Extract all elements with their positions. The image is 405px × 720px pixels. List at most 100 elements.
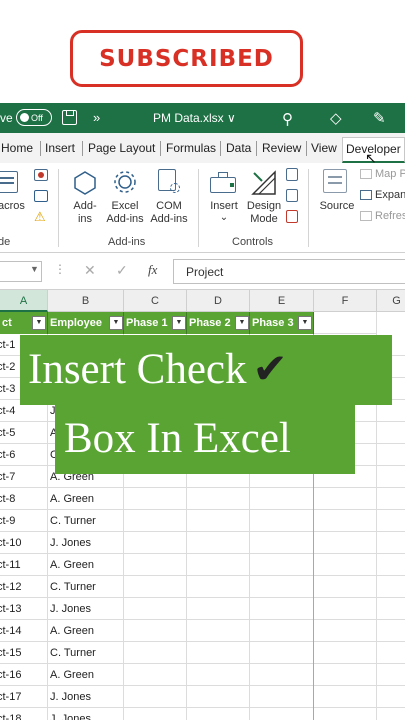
- tab-data[interactable]: Data: [226, 141, 251, 155]
- subscribed-badge[interactable]: SUBSCRIBED: [70, 30, 303, 87]
- formula-input[interactable]: Project: [173, 259, 405, 284]
- cell-project[interactable]: ct-7: [0, 466, 48, 488]
- cell-f[interactable]: [314, 576, 377, 598]
- column-header-g[interactable]: G: [377, 290, 405, 312]
- cell-phase-2[interactable]: [187, 664, 250, 686]
- cell-phase-2[interactable]: [187, 708, 250, 720]
- pen-icon[interactable]: ✎: [373, 109, 386, 127]
- confirm-formula-icon[interactable]: ✓: [116, 262, 128, 279]
- cell-f[interactable]: [314, 554, 377, 576]
- filter-dropdown-icon[interactable]: ▼: [235, 316, 249, 330]
- autosave-toggle[interactable]: Off: [16, 109, 52, 126]
- cell-phase-3[interactable]: [250, 620, 314, 642]
- excel-add-ins-gear-icon[interactable]: [112, 169, 138, 195]
- cell-phase-2[interactable]: [187, 642, 250, 664]
- macros-button[interactable]: acros: [0, 200, 25, 213]
- tab-page-layout[interactable]: Page Layout: [88, 141, 155, 155]
- com-add-ins-label-1[interactable]: COM: [148, 200, 190, 213]
- cell-project[interactable]: ct-10: [0, 532, 48, 554]
- cell-phase-2[interactable]: [187, 576, 250, 598]
- cell-phase-1[interactable]: [124, 532, 187, 554]
- expansion-packs-button[interactable]: Expan: [375, 189, 405, 202]
- refresh-data-icon[interactable]: [360, 211, 372, 221]
- cell-f[interactable]: [314, 664, 377, 686]
- map-properties-icon[interactable]: [360, 169, 372, 179]
- insert-controls-toolbox-icon[interactable]: [210, 171, 238, 197]
- cell-project[interactable]: ct-17: [0, 686, 48, 708]
- cell-project[interactable]: ct-5: [0, 422, 48, 444]
- more-commands-icon[interactable]: »: [93, 110, 100, 125]
- xml-source-icon[interactable]: [323, 169, 349, 195]
- cell-project[interactable]: ct-6: [0, 444, 48, 466]
- filter-dropdown-icon[interactable]: ▼: [109, 316, 123, 330]
- cell-project[interactable]: ct-8: [0, 488, 48, 510]
- column-header-b[interactable]: B: [48, 290, 124, 312]
- cell-phase-3[interactable]: [250, 510, 314, 532]
- cell-phase-1[interactable]: [124, 620, 187, 642]
- filter-dropdown-icon[interactable]: ▼: [32, 316, 46, 330]
- cell-phase-1[interactable]: [124, 488, 187, 510]
- cell-project[interactable]: ct-11: [0, 554, 48, 576]
- cell-phase-1[interactable]: [124, 598, 187, 620]
- file-name[interactable]: PM Data.xlsx ∨: [153, 111, 236, 125]
- column-header-a[interactable]: A: [0, 290, 48, 312]
- macros-icon[interactable]: [0, 171, 22, 195]
- cell-phase-3[interactable]: [250, 532, 314, 554]
- cell-f[interactable]: [314, 686, 377, 708]
- cell-employee[interactable]: J. Jones: [48, 708, 124, 720]
- cell-phase-1[interactable]: [124, 554, 187, 576]
- cell-f[interactable]: [314, 510, 377, 532]
- cell-project[interactable]: ct-18: [0, 708, 48, 720]
- com-add-ins-icon[interactable]: [158, 169, 182, 195]
- filter-dropdown-icon[interactable]: ▼: [298, 316, 312, 330]
- insert-function-icon[interactable]: fx: [148, 262, 157, 278]
- cell-f[interactable]: [314, 708, 377, 720]
- cell-f[interactable]: [314, 620, 377, 642]
- refresh-data-button[interactable]: Refres: [375, 210, 405, 223]
- tab-view[interactable]: View: [311, 141, 337, 155]
- cell-phase-1[interactable]: [124, 708, 187, 720]
- cell-project[interactable]: ct-12: [0, 576, 48, 598]
- cell-f[interactable]: [314, 598, 377, 620]
- cell-phase-3[interactable]: [250, 664, 314, 686]
- add-ins-button-label-1[interactable]: Add-: [70, 200, 100, 213]
- name-box-dropdown-icon[interactable]: ▼: [30, 264, 39, 274]
- cell-phase-2[interactable]: [187, 510, 250, 532]
- filter-dropdown-icon[interactable]: ▼: [172, 316, 186, 330]
- cell-employee[interactable]: J. Jones: [48, 532, 124, 554]
- cell-project[interactable]: ct-16: [0, 664, 48, 686]
- column-header-d[interactable]: D: [187, 290, 250, 312]
- cell-phase-1[interactable]: [124, 510, 187, 532]
- record-macro-icon[interactable]: [34, 169, 48, 181]
- cell-phase-2[interactable]: [187, 488, 250, 510]
- cell-phase-1[interactable]: [124, 642, 187, 664]
- cell-phase-3[interactable]: [250, 576, 314, 598]
- cell-phase-2[interactable]: [187, 686, 250, 708]
- cell-phase-1[interactable]: [124, 686, 187, 708]
- cell-employee[interactable]: J. Jones: [48, 598, 124, 620]
- cell-employee[interactable]: J. Jones: [48, 686, 124, 708]
- tab-insert[interactable]: Insert: [45, 141, 75, 155]
- run-dialog-icon[interactable]: [286, 210, 298, 223]
- cell-phase-2[interactable]: [187, 532, 250, 554]
- macro-security-warning-icon[interactable]: ⚠: [34, 209, 46, 225]
- cell-employee[interactable]: C. Turner: [48, 576, 124, 598]
- cell-project[interactable]: ct-13: [0, 598, 48, 620]
- design-mode-label-1[interactable]: Design: [244, 200, 284, 213]
- cell-phase-3[interactable]: [250, 554, 314, 576]
- cell-employee[interactable]: C. Turner: [48, 510, 124, 532]
- relative-references-icon[interactable]: [34, 190, 48, 202]
- cell-project[interactable]: ct-14: [0, 620, 48, 642]
- cell-project[interactable]: ct-15: [0, 642, 48, 664]
- properties-icon[interactable]: [286, 168, 298, 181]
- insert-dropdown-caret-icon[interactable]: ⌄: [206, 211, 242, 224]
- design-mode-label-2[interactable]: Mode: [244, 213, 284, 226]
- save-icon[interactable]: [62, 110, 77, 125]
- expansion-packs-icon[interactable]: [360, 190, 372, 200]
- com-add-ins-label-2[interactable]: Add-ins: [148, 213, 190, 226]
- cell-employee[interactable]: A. Green: [48, 554, 124, 576]
- excel-add-ins-label-1[interactable]: Excel: [104, 200, 146, 213]
- cell-employee[interactable]: A. Green: [48, 488, 124, 510]
- cell-phase-1[interactable]: [124, 576, 187, 598]
- cell-phase-3[interactable]: [250, 488, 314, 510]
